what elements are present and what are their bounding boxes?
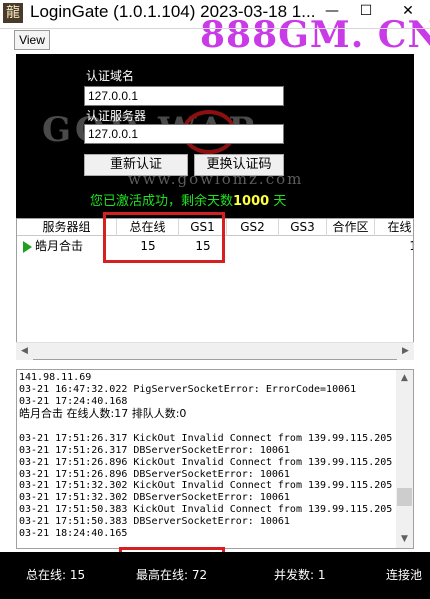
log-line: 03-21 17:51:50.383 DBServerSocketError: … bbox=[19, 515, 290, 527]
log-vertical-scrollbar[interactable]: ▲ ▼ bbox=[396, 370, 413, 548]
log-line: 03-21 17:51:26.317 DBServerSocketError: … bbox=[19, 444, 290, 456]
auth-domain-input[interactable]: 127.0.0.1 bbox=[84, 86, 284, 106]
log-line: 03-21 17:24:40.168 bbox=[19, 395, 128, 407]
auth-domain-label: 认证域名 bbox=[86, 69, 135, 83]
status-bar: 总在线: 15 最高在线: 72 并发数: 1 连接池 bbox=[0, 552, 430, 599]
total-online-status: 总在线: 15 bbox=[26, 568, 86, 582]
app-icon[interactable]: 龍 bbox=[3, 3, 23, 23]
view-menu[interactable]: View bbox=[14, 30, 50, 50]
highlight-box-grid bbox=[103, 212, 225, 263]
col-gs2[interactable]: GS2 bbox=[227, 219, 279, 236]
connection-status: 连接池 bbox=[386, 568, 423, 582]
log-line: 03-21 17:51:26.896 KickOut Invalid Conne… bbox=[19, 456, 393, 468]
log-line: 03-21 17:51:26.317 KickOut Invalid Conne… bbox=[19, 433, 393, 445]
log-line: 皓月合击 在线人数:17 排队人数:0 bbox=[19, 407, 187, 421]
log-line: 141.98.11.69 bbox=[19, 372, 92, 383]
play-icon bbox=[23, 241, 32, 253]
cell-gs3 bbox=[279, 237, 327, 255]
log-panel[interactable]: 141.98.11.69 03-21 16:47:32.022 PigServe… bbox=[16, 369, 414, 549]
auth-server-input[interactable]: 127.0.0.1 bbox=[84, 124, 284, 144]
col-online[interactable]: 在线 bbox=[375, 219, 413, 236]
auth-server-label: 认证服务器 bbox=[86, 109, 147, 123]
log-line: 03-21 18:24:40.165 bbox=[19, 527, 128, 539]
activation-status: 您已激活成功，剩余天数1000 天 bbox=[90, 190, 286, 209]
cell-group: 皓月合击 bbox=[35, 239, 84, 253]
log-line: 03-21 17:51:32.302 DBServerSocketError: … bbox=[19, 492, 290, 504]
cell-online: 1 bbox=[375, 237, 413, 255]
log-lines: 141.98.11.69 03-21 16:47:32.022 PigServe… bbox=[19, 372, 395, 539]
menu-bar bbox=[0, 28, 430, 52]
days-unit: 天 bbox=[273, 194, 287, 209]
grid-horizontal-scrollbar[interactable]: ◀ ▶ bbox=[16, 342, 414, 360]
col-gs3[interactable]: GS3 bbox=[279, 219, 327, 236]
cell-coop bbox=[327, 237, 375, 255]
concurrent-status: 并发数: 1 bbox=[274, 568, 326, 582]
scroll-thumb[interactable] bbox=[397, 488, 412, 506]
peak-online-status: 最高在线: 72 bbox=[136, 568, 208, 582]
log-line: 03-21 16:47:32.022 PigServerSocketError:… bbox=[19, 383, 357, 395]
col-coop-zone[interactable]: 合作区 bbox=[327, 219, 375, 236]
col-server-group[interactable]: 服务器组 bbox=[17, 219, 117, 236]
reauth-button[interactable]: 重新认证 bbox=[84, 154, 188, 176]
scroll-up-icon[interactable]: ▲ bbox=[396, 370, 413, 387]
log-line: 03-21 17:51:32.302 KickOut Invalid Conne… bbox=[19, 480, 393, 492]
log-line: 03-21 17:51:50.383 KickOut Invalid Conne… bbox=[19, 503, 393, 515]
log-line: 03-21 17:51:26.896 DBServerSocketError: … bbox=[19, 468, 290, 480]
auth-banner: GOD WAR www.gowlomz.com 认证域名 127.0.0.1 认… bbox=[16, 54, 414, 218]
remaining-days: 1000 bbox=[233, 194, 270, 209]
scroll-left-icon[interactable]: ◀ bbox=[16, 343, 33, 360]
scroll-down-icon[interactable]: ▼ bbox=[396, 531, 413, 548]
cell-gs2 bbox=[227, 237, 279, 255]
activation-status-text: 您已激活成功，剩余天数 bbox=[90, 194, 234, 209]
scroll-right-icon[interactable]: ▶ bbox=[397, 343, 414, 360]
change-code-button[interactable]: 更换认证码 bbox=[194, 154, 284, 176]
